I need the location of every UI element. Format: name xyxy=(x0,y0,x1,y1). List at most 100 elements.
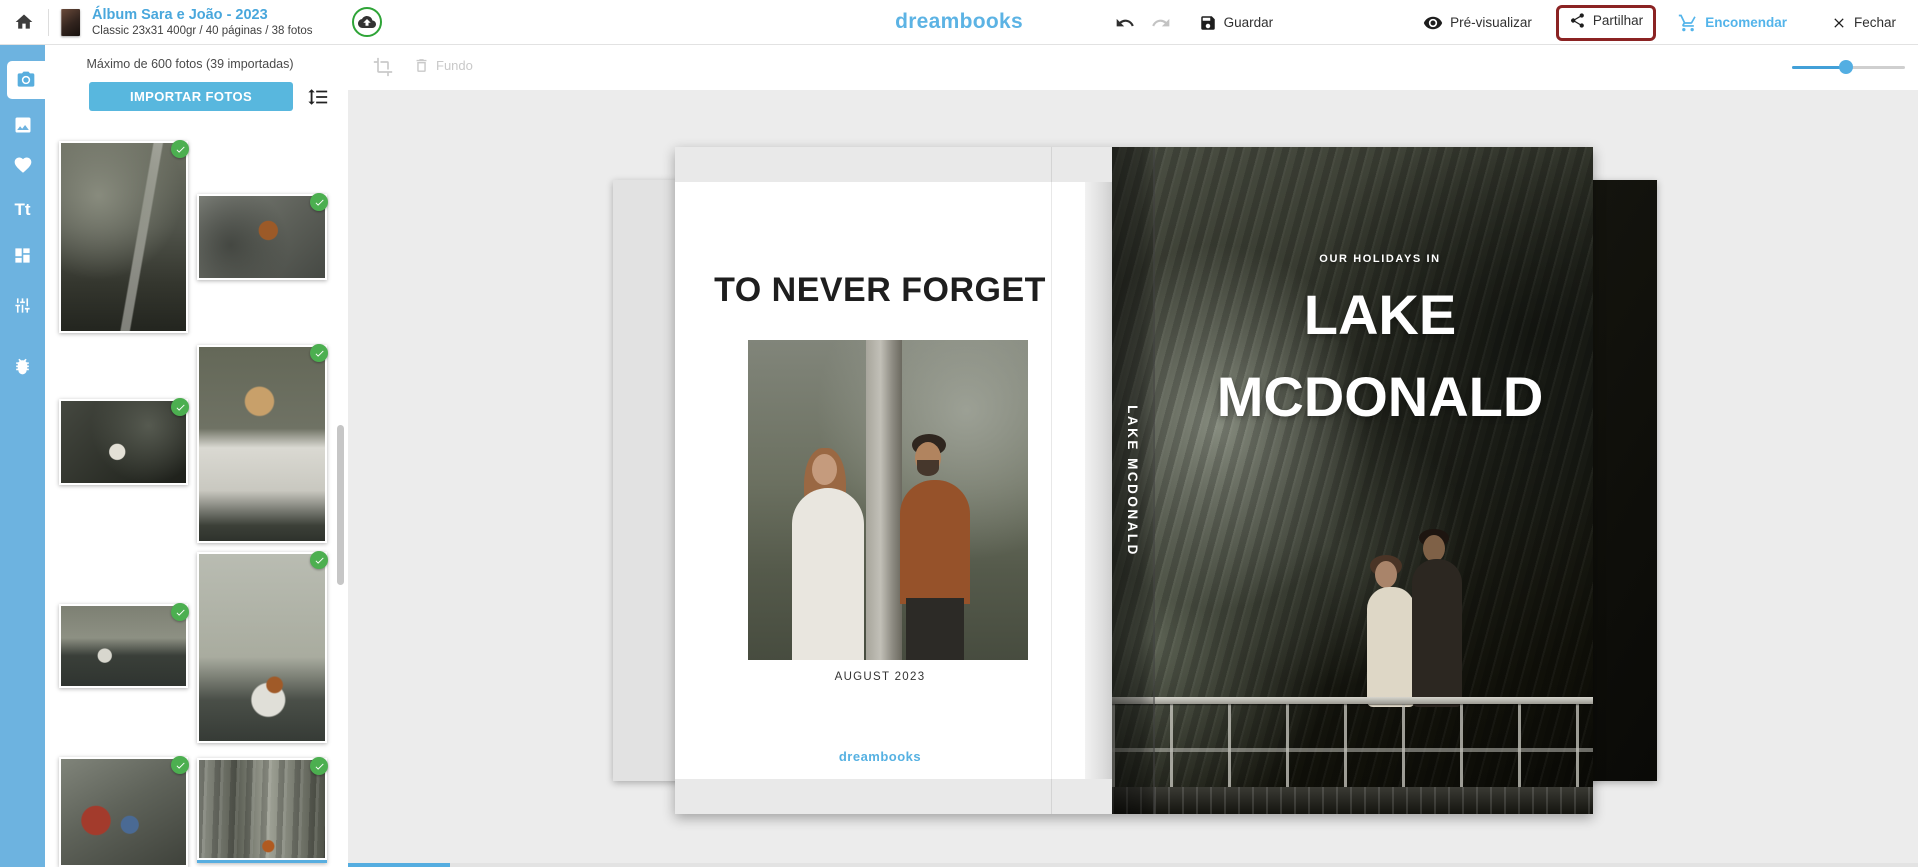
back-cover-photo[interactable] xyxy=(748,340,1028,660)
editor-canvas[interactable]: TO NEVER FORGET AUGUST 2023 dreambooks xyxy=(348,90,1918,867)
photo-panel: Máximo de 600 fotos (39 importadas) IMPO… xyxy=(45,45,348,867)
undo-button[interactable] xyxy=(1115,13,1135,33)
album-subtitle: Classic 23x31 400gr / 40 páginas / 38 fo… xyxy=(92,24,313,38)
cover-man-head-shape xyxy=(1423,535,1445,562)
selected-check-icon xyxy=(310,344,328,362)
front-cover[interactable]: LAKE MCDONALD OUR HOLIDAYS IN LAKE MCDON… xyxy=(1112,147,1593,814)
selected-check-icon xyxy=(171,756,189,774)
zoom-slider-thumb[interactable] xyxy=(1839,60,1853,74)
thumbnail-image xyxy=(199,760,325,858)
front-cover-titles[interactable]: OUR HOLIDAYS IN LAKE MCDONALD xyxy=(1167,253,1593,438)
sidebar: Tt xyxy=(0,45,45,867)
boardwalk-shape xyxy=(1112,787,1593,814)
photo-thumbnail-couple-in-boat[interactable] xyxy=(197,552,327,743)
home-icon xyxy=(14,12,34,32)
selected-check-icon xyxy=(171,603,189,621)
order-button[interactable]: Encomendar xyxy=(1678,13,1787,33)
cloud-upload-icon xyxy=(358,13,376,31)
text-tool-icon: Tt xyxy=(14,200,30,220)
thumbnail-image xyxy=(199,347,325,541)
crop-icon xyxy=(373,57,393,77)
photo-thumbnail-couple-on-bridge[interactable] xyxy=(59,141,188,333)
redo-button[interactable] xyxy=(1151,13,1171,33)
divider xyxy=(48,9,49,36)
album-title: Álbum Sara e João - 2023 xyxy=(92,6,313,24)
photo-thumbnail-boat-on-lake[interactable] xyxy=(59,604,188,688)
woman-body-shape xyxy=(792,488,864,660)
selected-check-icon xyxy=(310,757,328,775)
sidebar-item-text[interactable]: Tt xyxy=(0,191,45,229)
tree-trunk-shape xyxy=(866,340,902,660)
undo-icon xyxy=(1115,13,1135,33)
preview-button[interactable]: Pré-visualizar xyxy=(1423,13,1532,33)
home-button[interactable] xyxy=(14,12,34,32)
close-button[interactable]: Fechar xyxy=(1831,15,1896,31)
cover-woman-head-shape xyxy=(1375,561,1397,588)
dreambooks-editor: Álbum Sara e João - 2023 Classic 23x31 4… xyxy=(0,0,1918,867)
order-label: Encomendar xyxy=(1705,15,1787,30)
album-meta: Álbum Sara e João - 2023 Classic 23x31 4… xyxy=(92,6,313,38)
cover-man-body-shape xyxy=(1412,559,1462,707)
cart-icon xyxy=(1678,13,1698,33)
sidebar-item-adjustments[interactable] xyxy=(0,286,45,324)
thumbnail-grid xyxy=(45,45,348,867)
woman-head-shape xyxy=(812,454,837,485)
wrap-margin-top xyxy=(675,147,1112,182)
front-cover-title-line1[interactable]: LAKE xyxy=(1167,274,1593,356)
canvas-hscrollbar[interactable] xyxy=(348,863,1918,867)
thumbnail-image xyxy=(199,196,325,278)
sidebar-item-layouts[interactable] xyxy=(0,236,45,274)
photo-thumbnail-couple-sitting[interactable] xyxy=(59,757,188,867)
spine-fold-area xyxy=(1085,147,1112,814)
railing-posts-shape xyxy=(1112,704,1593,788)
thumbnail-image xyxy=(61,143,186,331)
thumbnail-image xyxy=(199,554,325,741)
front-cover-kicker[interactable]: OUR HOLIDAYS IN xyxy=(1167,253,1593,265)
back-cover-caption[interactable]: AUGUST 2023 xyxy=(675,671,1085,683)
thumbnail-image xyxy=(61,759,186,865)
book-cover-spread[interactable]: TO NEVER FORGET AUGUST 2023 dreambooks xyxy=(675,147,1593,814)
sidebar-item-bug-report[interactable] xyxy=(0,346,45,384)
eye-icon xyxy=(1423,13,1443,33)
heart-icon xyxy=(13,155,33,175)
sidebar-item-images[interactable] xyxy=(0,106,45,144)
zoom-slider-fill xyxy=(1792,66,1846,69)
trash-icon xyxy=(413,57,430,74)
album-cover-thumbnail xyxy=(61,9,80,36)
share-icon xyxy=(1569,12,1586,29)
upload-status-badge[interactable] xyxy=(352,7,382,37)
save-icon xyxy=(1199,14,1217,32)
photo-thumbnail-woman-in-cave[interactable] xyxy=(59,399,188,485)
fold-guide-line xyxy=(1051,147,1052,814)
back-cover-title[interactable]: TO NEVER FORGET xyxy=(675,271,1085,310)
selected-check-icon xyxy=(171,398,189,416)
man-legs-shape xyxy=(906,598,964,660)
share-button[interactable]: Partilhar xyxy=(1569,12,1643,29)
selected-check-icon xyxy=(310,193,328,211)
panel-scrollbar-thumb[interactable] xyxy=(337,425,344,585)
crop-button[interactable] xyxy=(373,57,393,80)
image-icon xyxy=(13,115,33,135)
railing-shape xyxy=(1112,697,1593,704)
canvas-toolbar: Fundo xyxy=(348,45,1918,90)
save-button[interactable]: Guardar xyxy=(1199,14,1274,32)
photo-thumbnail-woman-in-boat[interactable] xyxy=(197,345,327,543)
spine-title[interactable]: LAKE MCDONALD xyxy=(1125,405,1140,557)
redo-icon xyxy=(1151,13,1171,33)
canvas-hscrollbar-thumb[interactable] xyxy=(348,863,450,867)
save-label: Guardar xyxy=(1224,15,1274,30)
zoom-slider[interactable] xyxy=(1792,60,1905,74)
back-cover[interactable]: TO NEVER FORGET AUGUST 2023 dreambooks xyxy=(675,147,1085,814)
remove-background-button[interactable]: Fundo xyxy=(413,57,473,74)
front-cover-title-line2[interactable]: MCDONALD xyxy=(1167,356,1593,438)
close-label: Fechar xyxy=(1854,15,1896,30)
close-icon xyxy=(1831,15,1847,31)
wrap-margin-bottom xyxy=(675,779,1112,814)
topbar: Álbum Sara e João - 2023 Classic 23x31 4… xyxy=(0,0,1918,45)
photo-thumbnail-cliff-with-people[interactable] xyxy=(197,758,327,863)
sidebar-item-favorites[interactable] xyxy=(0,146,45,184)
photo-thumbnail-man-on-rocks[interactable] xyxy=(197,194,327,280)
sidebar-item-photos[interactable] xyxy=(7,61,45,99)
book-spine[interactable]: LAKE MCDONALD xyxy=(1112,147,1155,814)
camera-icon xyxy=(16,70,36,90)
